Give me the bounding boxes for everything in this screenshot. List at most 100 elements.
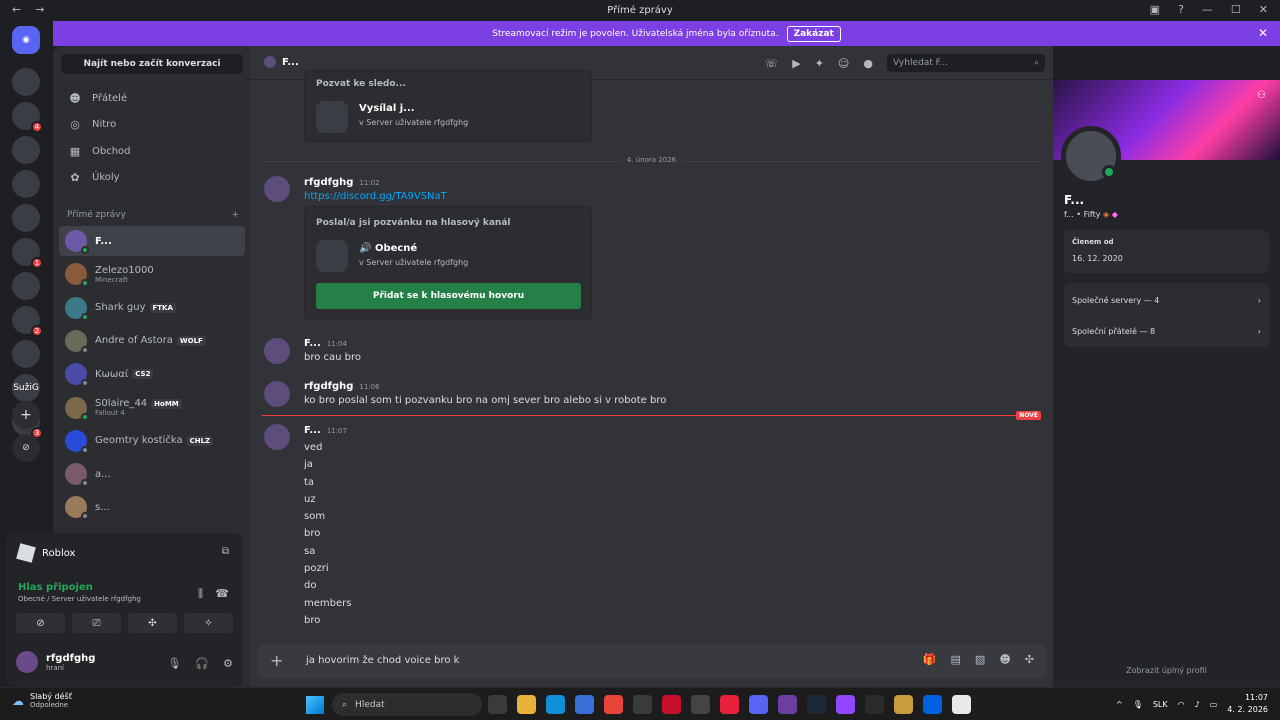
find-conversation-button[interactable]: Najít nebo začít konverzaci [61,54,243,74]
dm-item[interactable]: Shark guy FTKA [59,293,245,323]
nav-item-0[interactable]: ☻ Přátelé [61,85,243,111]
file-explorer-icon[interactable] [517,695,536,714]
discover-icon[interactable]: ⊘ [12,434,40,462]
activities-button[interactable]: ✣ [128,613,177,633]
lol-icon[interactable] [894,695,913,714]
vs-icon[interactable] [778,695,797,714]
microphone-tray-icon[interactable]: 🎙 [1133,700,1143,709]
inbox-icon[interactable]: ▣ [1150,3,1160,16]
message-author[interactable]: rfgdfghg 11:06 [304,381,380,392]
wifi-icon[interactable]: ◠ [1178,700,1185,709]
user-profile-icon[interactable]: ● [863,57,873,70]
language-indicator[interactable]: SLK [1153,700,1168,709]
server-icon-4[interactable] [12,204,40,232]
add-attachment-icon[interactable]: + [270,651,283,670]
server-icon-8[interactable] [12,340,40,368]
weather-widget[interactable]: ☁ Slabý déšť Odpoledne [12,692,72,709]
add-friend-icon[interactable]: ⚇ [1257,90,1266,101]
tray-chevron-icon[interactable]: ^ [1116,700,1123,709]
close-window-icon[interactable]: ✕ [1259,3,1268,16]
server-icon-9[interactable]: SužiG [12,374,40,402]
steam-icon[interactable] [807,695,826,714]
message-input[interactable]: ja hovorim že chod voice bro k [306,655,459,666]
message-author[interactable]: F... 11:04 [304,338,347,349]
server-icon-3[interactable] [12,170,40,198]
store-icon[interactable] [575,695,594,714]
dm-item[interactable]: Zelezo1000 Minecraft [59,259,245,289]
dm-item[interactable]: s... [59,492,245,522]
pinned-messages-icon[interactable]: ✦ [815,57,824,70]
activity-popout-icon[interactable]: ⧉ [222,546,229,557]
server-icon-6[interactable] [12,272,40,300]
discord-home-button[interactable]: ◉ [12,26,40,54]
voice-status[interactable]: Hlas připojen Obecné / Server uživatele … [18,582,141,603]
screen-share-button[interactable]: ⎚ [72,613,121,633]
help-icon[interactable]: ? [1178,3,1184,16]
minimize-icon[interactable]: — [1202,3,1213,16]
mutual-servers-row[interactable]: Společné servery — 4 › [1072,285,1261,315]
video-call-icon[interactable]: ▶ [792,57,800,70]
youtube-icon[interactable] [720,695,739,714]
user-panel[interactable]: rfgdfghg hraní [16,651,95,673]
chat-search-input[interactable]: Vyhledat F... ⌕ [887,54,1045,72]
close-banner-icon[interactable]: ✕ [1258,26,1268,40]
server-icon-1[interactable]: 4 [12,102,43,133]
server-icon-5[interactable]: 1 [12,238,43,269]
create-dm-icon[interactable]: + [231,210,239,220]
dm-item[interactable]: Andre of Astora WOLF [59,326,245,356]
app-icon[interactable] [633,695,652,714]
message-composer[interactable]: + ja hovorim že chod voice bro k 🎁 ▤ ▧ ☻… [258,644,1046,678]
epic-icon[interactable] [865,695,884,714]
maximize-icon[interactable]: ☐ [1231,3,1241,16]
taskbar-search[interactable]: ⌕ Hledat [332,693,482,716]
add-friends-icon[interactable]: ☺ [838,57,849,70]
profile-avatar[interactable] [1061,126,1121,186]
clock[interactable]: 11:07 4. 2. 2026 [1227,692,1268,716]
message-author[interactable]: F... 11:07 [304,425,347,436]
invite-link[interactable]: https://discord.gg/TA9VSNaT [304,191,447,202]
nav-item-2[interactable]: ▦ Obchod [61,138,243,164]
battery-icon[interactable]: ▭ [1210,700,1218,709]
gift-icon[interactable]: 🎁 [923,653,937,666]
settings-gear-icon[interactable]: ⚙ [223,657,233,670]
apps-icon[interactable]: ✣ [1025,653,1034,666]
server-icon-7[interactable]: 2 [12,306,43,337]
message-avatar[interactable] [264,424,290,450]
dm-item[interactable]: F... [59,226,245,256]
nav-item-3[interactable]: ✿ Úkoly [61,165,243,191]
nav-item-1[interactable]: ◎ Nitro [61,112,243,138]
chrome-icon[interactable] [604,695,623,714]
headphones-icon[interactable]: 🎧 [195,657,209,670]
edge-icon[interactable] [546,695,565,714]
dm-item[interactable]: S0laire_44 HoMM Fallout 4 [59,393,245,423]
gif-icon[interactable]: ▤ [951,653,961,666]
discord-taskbar-icon[interactable] [749,695,768,714]
server-icon-2[interactable] [12,136,40,164]
twitch-icon[interactable] [836,695,855,714]
task-view-icon[interactable] [488,695,507,714]
unity-icon[interactable] [691,695,710,714]
roblox-taskbar-icon[interactable] [952,695,971,714]
disconnect-icon[interactable]: ☎ [215,587,229,600]
message-avatar[interactable] [264,176,290,202]
sticker-icon[interactable]: ▧ [975,653,985,666]
windows-start-icon[interactable] [306,696,324,714]
message-author[interactable]: rfgdfghg 11:02 [304,177,380,188]
noise-suppression-icon[interactable]: ⫼ [198,587,203,601]
disable-streamer-mode-button[interactable]: Zakázat [786,25,841,42]
soundboard-button[interactable]: ✧ [184,613,233,633]
volume-icon[interactable]: ♪ [1195,700,1200,709]
message-avatar[interactable] [264,381,290,407]
voice-call-icon[interactable]: ☏ [764,57,778,70]
app2-icon[interactable] [923,695,942,714]
view-full-profile-link[interactable]: Zobrazit úplný profil [1053,666,1280,675]
activity-game[interactable]: Roblox [16,543,75,563]
add-server-icon[interactable]: + [12,401,40,429]
dm-item[interactable]: Kωωαί CS2 [59,359,245,389]
message-avatar[interactable] [264,338,290,364]
dm-item[interactable]: a... [59,459,245,489]
join-voice-button[interactable]: Přidat se k hlasovému hovoru [316,283,581,309]
dm-item[interactable]: Geomtry kostička CHLZ [59,426,245,456]
emoji-icon[interactable]: ☻ [999,653,1010,666]
camera-off-button[interactable]: ⊘ [16,613,65,633]
